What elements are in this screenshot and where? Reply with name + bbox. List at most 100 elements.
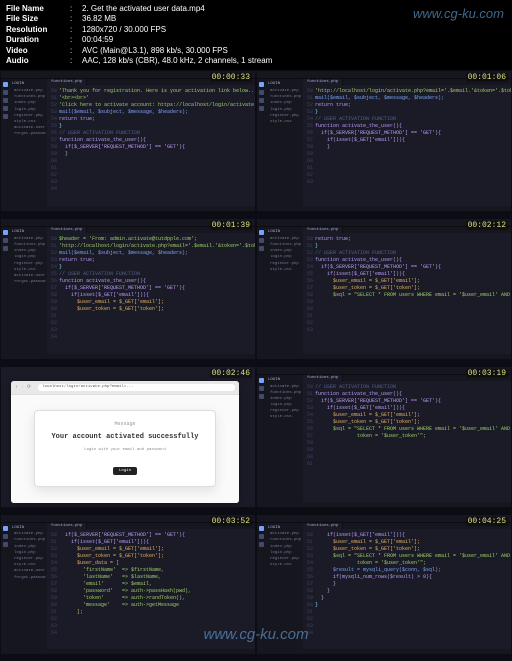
file-explorer[interactable]: LOGIN activate.php functions.php index.p…: [9, 523, 47, 655]
frame-4: 00:02:12 LOGIN activate.php functions.ph…: [256, 218, 512, 366]
sidebar-file[interactable]: register.php: [266, 557, 302, 563]
debug-icon[interactable]: [259, 106, 264, 111]
search-icon[interactable]: [259, 238, 264, 243]
timestamp: 00:00:33: [210, 73, 252, 82]
code-editor[interactable]: functions.php 'Thank you for registratio…: [47, 79, 255, 211]
browser-window: ‹ › ⟳ localhost/login/activate.php?email…: [11, 381, 239, 503]
explorer-icon[interactable]: [259, 230, 264, 235]
activity-bar[interactable]: [257, 375, 265, 507]
git-icon[interactable]: [259, 246, 264, 251]
windows-taskbar[interactable]: [257, 359, 511, 365]
sidebar-file[interactable]: style.css: [266, 563, 302, 569]
sidebar-file[interactable]: functions.php: [266, 390, 302, 396]
search-icon[interactable]: [259, 90, 264, 95]
search-icon[interactable]: [259, 534, 264, 539]
sidebar-file[interactable]: forgot-password.php: [10, 280, 46, 286]
search-icon[interactable]: [259, 386, 264, 391]
search-icon[interactable]: [3, 534, 8, 539]
sidebar-file[interactable]: activate-user.php: [10, 569, 46, 575]
code-editor[interactable]: functions.php $header = 'From: admin.act…: [47, 227, 255, 359]
login-button[interactable]: Login: [113, 467, 137, 475]
search-icon[interactable]: [3, 90, 8, 95]
explorer-icon[interactable]: [3, 526, 8, 531]
sidebar-file[interactable]: functions.php: [266, 538, 302, 544]
code-content[interactable]: 'http://localhost/login/activate.php?ema…: [303, 85, 511, 206]
frame-2: 00:01:06 LOGIN activate.php functions.ph…: [256, 70, 512, 218]
sidebar-file[interactable]: activate.php: [10, 236, 46, 242]
sidebar-file[interactable]: register.php: [10, 113, 46, 119]
code-editor[interactable]: functions.php return true;}// USER ACTIV…: [303, 227, 511, 359]
video-value: AVC (Main@L3.1), 898 kb/s, 30.000 FPS: [82, 46, 228, 56]
git-icon[interactable]: [259, 98, 264, 103]
forward-icon[interactable]: ›: [21, 384, 24, 390]
explorer-icon[interactable]: [259, 526, 264, 531]
activity-bar[interactable]: [1, 227, 9, 359]
git-icon[interactable]: [3, 246, 8, 251]
address-bar[interactable]: localhost/login/activate.php?email=...: [38, 384, 235, 391]
sidebar-file[interactable]: forgot-password.php: [10, 132, 46, 138]
activity-bar[interactable]: [257, 79, 265, 211]
git-icon[interactable]: [259, 394, 264, 399]
sidebar-file[interactable]: style.css: [266, 415, 302, 421]
search-icon[interactable]: [3, 238, 8, 243]
sidebar-file[interactable]: functions.php: [266, 95, 302, 101]
activity-bar[interactable]: [1, 523, 9, 655]
sidebar-file[interactable]: functions.php: [10, 242, 46, 248]
file-name-label: File Name: [6, 4, 70, 14]
windows-taskbar[interactable]: [257, 507, 511, 513]
code-content[interactable]: $header = 'From: admin.activate@tutdpple…: [47, 233, 255, 354]
explorer-icon[interactable]: [259, 378, 264, 383]
windows-taskbar[interactable]: [257, 211, 511, 217]
code-content[interactable]: // USER ACTIVATION FUNCTIONfunction acti…: [303, 381, 511, 502]
sidebar-file[interactable]: activate-user.php: [10, 126, 46, 132]
sidebar-file[interactable]: register.php: [266, 113, 302, 119]
sidebar-file[interactable]: activate.php: [10, 89, 46, 95]
sidebar-header: LOGIN: [10, 81, 46, 88]
timestamp: 00:01:06: [466, 73, 508, 82]
code-editor[interactable]: functions.php // USER ACTIVATION FUNCTIO…: [303, 375, 511, 507]
debug-icon[interactable]: [3, 106, 8, 111]
windows-taskbar[interactable]: [257, 654, 511, 660]
extensions-icon[interactable]: [3, 114, 8, 119]
git-icon[interactable]: [3, 542, 8, 547]
sidebar-file[interactable]: functions.php: [10, 538, 46, 544]
back-icon[interactable]: ‹: [15, 384, 18, 390]
activity-bar[interactable]: [257, 227, 265, 359]
file-explorer[interactable]: LOGIN activate.php functions.php index.p…: [9, 79, 47, 211]
explorer-icon[interactable]: [3, 82, 8, 87]
sidebar-file[interactable]: activate.php: [266, 89, 302, 95]
code-content[interactable]: 'Thank you for registration. Here is you…: [47, 85, 255, 206]
sidebar-file[interactable]: style.css: [266, 267, 302, 273]
sidebar-file[interactable]: forgot-password.php: [10, 575, 46, 581]
windows-taskbar[interactable]: [1, 211, 255, 217]
timestamp: 00:03:19: [466, 369, 508, 378]
explorer-icon[interactable]: [259, 82, 264, 87]
sidebar-file[interactable]: functions.php: [266, 242, 302, 248]
sidebar-file[interactable]: register.php: [10, 557, 46, 563]
file-explorer[interactable]: LOGIN activate.php functions.php index.p…: [265, 227, 303, 359]
windows-taskbar[interactable]: [1, 359, 255, 365]
code-editor[interactable]: functions.php if(isset($_GET['email'])){…: [303, 523, 511, 655]
video-label: Video: [6, 46, 70, 56]
sidebar-header: LOGIN: [266, 377, 302, 384]
explorer-icon[interactable]: [3, 230, 8, 235]
code-content[interactable]: if(isset($_GET['email'])){ $user_email =…: [303, 529, 511, 650]
sidebar-file[interactable]: register.php: [266, 261, 302, 267]
git-icon[interactable]: [3, 98, 8, 103]
activity-bar[interactable]: [1, 79, 9, 211]
code-editor[interactable]: functions.php 'http://localhost/login/ac…: [303, 79, 511, 211]
windows-taskbar[interactable]: [1, 507, 255, 513]
file-explorer[interactable]: LOGIN activate.php functions.php index.p…: [265, 79, 303, 211]
code-content[interactable]: return true;}// USER ACTIVATION FUNCTION…: [303, 233, 511, 354]
git-icon[interactable]: [259, 542, 264, 547]
reload-icon[interactable]: ⟳: [27, 384, 31, 390]
sidebar-file[interactable]: activate.php: [266, 384, 302, 390]
windows-taskbar[interactable]: [1, 654, 255, 660]
sidebar-file[interactable]: style.css: [266, 119, 302, 125]
file-explorer[interactable]: LOGIN activate.php functions.php index.p…: [265, 375, 303, 507]
sidebar-file[interactable]: functions.php: [10, 95, 46, 101]
sidebar-file[interactable]: activate.php: [266, 236, 302, 242]
sidebar-file[interactable]: register.php: [10, 261, 46, 267]
sidebar-file[interactable]: activate-user.php: [10, 273, 46, 279]
file-explorer[interactable]: LOGIN activate.php functions.php index.p…: [9, 227, 47, 359]
